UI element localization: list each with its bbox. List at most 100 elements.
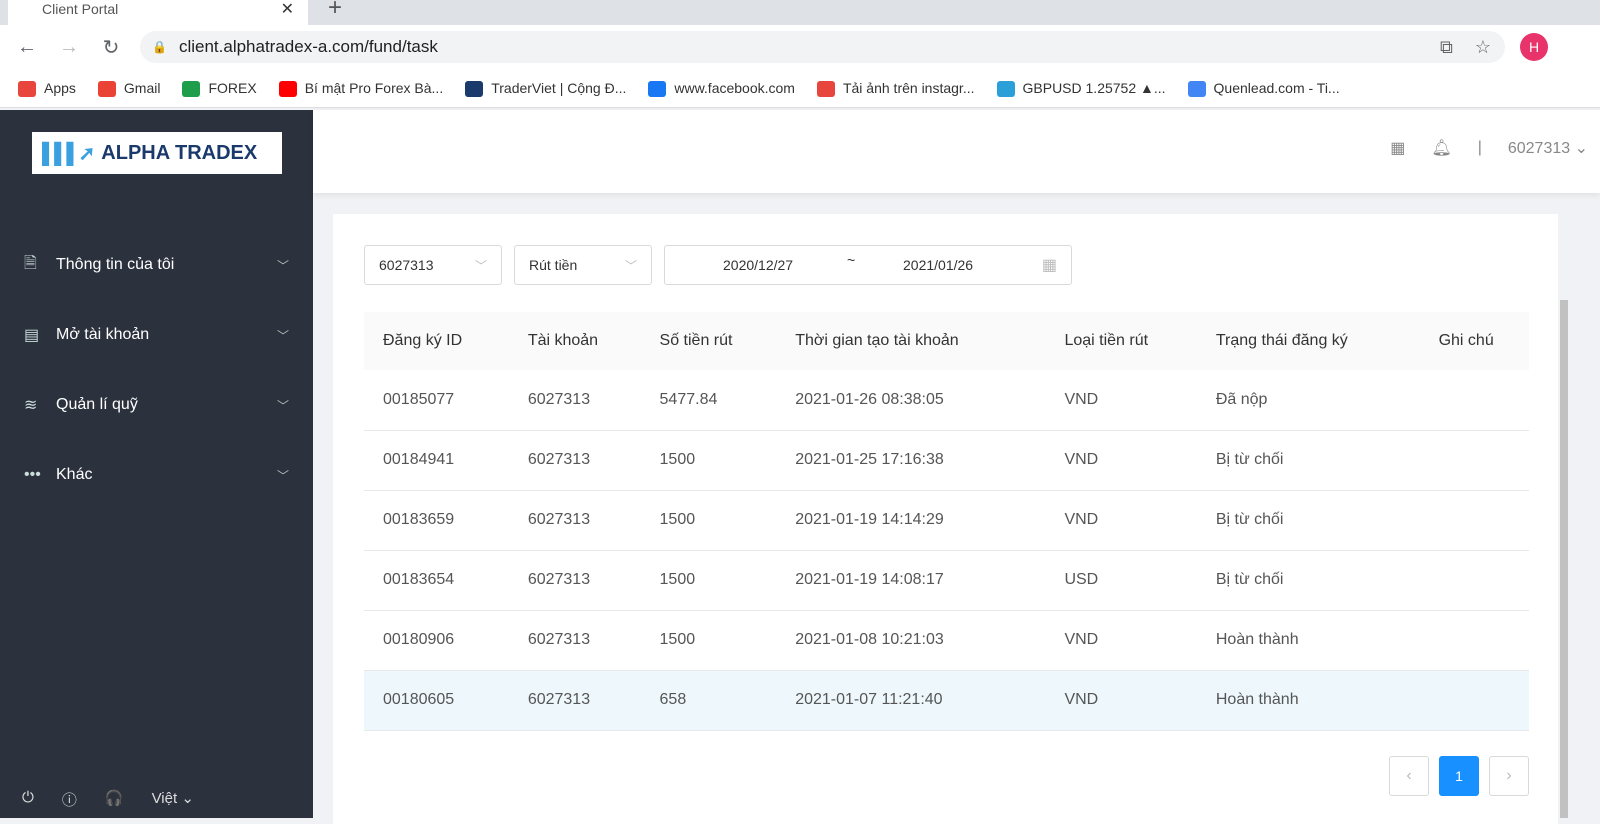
bookmark-icon <box>816 81 835 98</box>
url-input[interactable]: 🔒 client.alphatradex-a.com/fund/task ⧉ ☆ <box>140 31 1505 63</box>
table-cell: 00185077 <box>364 370 509 431</box>
logo-text: ALPHA TRADEX <box>101 141 258 164</box>
forward-icon[interactable]: → <box>54 36 84 59</box>
column-header: Ghi chú <box>1419 312 1529 370</box>
lock-icon: 🔒 <box>152 40 167 54</box>
table-row[interactable]: 00180906 6027313 1500 2021-01-08 10:21:03 VN… <box>364 610 1529 671</box>
bookmark-icon <box>182 81 201 98</box>
bookmark-item[interactable]: GBPUSD 1.25752 ▲... <box>996 80 1166 98</box>
language-select[interactable]: Việt ⌄ <box>152 789 194 810</box>
table-row[interactable]: 00184941 6027313 1500 2021-01-25 17:16:38 VN… <box>364 430 1529 491</box>
card-icon: ▤ <box>24 327 40 344</box>
withdrawal-table: Đăng ký ID Tài khoản Số tiền rút Thời gian … <box>364 312 1529 731</box>
bookmark-item[interactable]: Apps <box>18 80 76 98</box>
prev-page-button[interactable]: ‹ <box>1389 756 1429 796</box>
bookmark-item[interactable]: TraderViet | Cộng Đ... <box>465 80 626 98</box>
date-separator: ~ <box>847 252 856 268</box>
table-cell: 00180906 <box>364 610 509 671</box>
table-cell: Đã nộp <box>1196 370 1420 431</box>
table-cell: 2021-01-19 14:08:17 <box>776 550 1046 611</box>
bookmark-item[interactable]: FOREX <box>182 80 257 98</box>
chevron-down-icon: ﹀ <box>276 468 289 483</box>
table-cell <box>1419 490 1529 551</box>
profile-avatar[interactable]: H <box>1520 33 1548 61</box>
table-cell: VND <box>1045 670 1197 731</box>
translate-icon[interactable]: ⧉ <box>1440 37 1453 58</box>
reload-icon[interactable]: ↻ <box>96 35 126 60</box>
browser-tab-bar: Client Portal ✕ + <box>0 0 1600 25</box>
scrollbar[interactable] <box>1560 300 1568 818</box>
table-cell <box>1419 670 1529 731</box>
table-cell: 658 <box>640 670 777 731</box>
power-icon[interactable]: ⏻ <box>22 789 34 810</box>
date-range-picker[interactable]: 2020/12/27 ~ 2021/01/26 ▦ <box>664 245 1072 285</box>
table-cell: 6027313 <box>508 490 641 551</box>
date-from[interactable]: 2020/12/27 <box>723 257 793 273</box>
browser-tab[interactable]: Client Portal ✕ <box>8 0 308 25</box>
database-icon: ≋ <box>24 397 38 414</box>
close-tab-icon[interactable]: ✕ <box>281 0 294 19</box>
type-select[interactable]: Rút tiền ﹀ <box>514 245 652 285</box>
table-cell <box>1419 610 1529 671</box>
document-icon: 🗎 <box>24 254 37 272</box>
bookmark-item[interactable]: Quenlead.com - Ti... <box>1187 80 1340 98</box>
date-to[interactable]: 2021/01/26 <box>903 257 973 273</box>
top-header: ▦ 🔔︎ | 6027313 ⌄ <box>313 110 1600 193</box>
table-cell: 1500 <box>640 430 777 491</box>
url-text: client.alphatradex-a.com/fund/task <box>178 37 438 56</box>
table-row[interactable]: 00185077 6027313 5477.84 2021-01-26 08:38:0… <box>364 370 1529 431</box>
more-icon: ••• <box>24 466 41 483</box>
bookmark-item[interactable]: www.facebook.com <box>648 80 795 98</box>
table-cell: Bị từ chối <box>1196 490 1420 551</box>
table-cell: 00183654 <box>364 550 509 611</box>
bookmark-icon <box>18 81 36 98</box>
bookmark-icon <box>465 81 484 98</box>
table-cell: 5477.84 <box>640 370 777 431</box>
headset-icon[interactable]: 🎧 <box>105 789 124 810</box>
table-cell <box>1419 430 1529 491</box>
sidebar-item[interactable]: ••• Khác ﹀ <box>0 440 313 510</box>
bookmark-item[interactable]: Tải ảnh trên instagr... <box>816 80 975 98</box>
next-page-button[interactable]: › <box>1489 756 1529 796</box>
table-cell <box>1419 550 1529 611</box>
table-cell: 6027313 <box>508 670 641 731</box>
new-tab-button[interactable]: + <box>328 0 342 22</box>
table-cell: 6027313 <box>508 610 641 671</box>
logo-icon: ▌▌▌➚ <box>42 142 95 165</box>
chevron-down-icon: ﹀ <box>474 258 487 273</box>
bookmark-icon <box>648 81 667 98</box>
table-cell <box>1419 370 1529 431</box>
chevron-down-icon: ﹀ <box>276 328 289 343</box>
sidebar-item[interactable]: 🗎 Thông tin của tôi ﹀ <box>0 230 313 300</box>
bookmark-icon <box>996 81 1015 98</box>
page-1-button[interactable]: 1 <box>1439 756 1479 796</box>
column-header: Số tiền rút <box>640 312 777 370</box>
sidebar-item[interactable]: ≋ Quản lí quỹ ﹀ <box>0 370 313 440</box>
sidebar: ▌▌▌➚ ALPHA TRADEX 🗎 Thông tin của tôi ﹀ ▤ Mở … <box>0 110 313 818</box>
logo[interactable]: ▌▌▌➚ ALPHA TRADEX <box>32 132 282 174</box>
back-icon[interactable]: ← <box>12 36 42 59</box>
column-header: Tài khoản <box>508 312 641 370</box>
column-header: Loại tiền rút <box>1045 312 1197 370</box>
account-menu[interactable]: 6027313 ⌄ <box>1508 138 1588 158</box>
star-icon[interactable]: ☆ <box>1475 37 1491 58</box>
table-row[interactable]: 00180605 6027313 658 2021-01-07 11:21:40 VND… <box>364 670 1529 731</box>
table-cell: 2021-01-08 10:21:03 <box>776 610 1046 671</box>
bell-icon[interactable]: 🔔︎ <box>1431 138 1451 158</box>
bookmark-item[interactable]: Bí mật Pro Forex Bà... <box>278 80 443 98</box>
calendar-icon[interactable]: ▦ <box>1390 138 1405 158</box>
table-row[interactable]: 00183659 6027313 1500 2021-01-19 14:14:29 VN… <box>364 490 1529 551</box>
sidebar-item[interactable]: ▤ Mở tài khoản ﹀ <box>0 300 313 370</box>
table-cell: 1500 <box>640 550 777 611</box>
account-select[interactable]: 6027313 ﹀ <box>364 245 502 285</box>
bookmark-item[interactable]: Gmail <box>97 80 160 98</box>
table-cell: Bị từ chối <box>1196 430 1420 491</box>
table-row[interactable]: 00183654 6027313 1500 2021-01-19 14:08:17 US… <box>364 550 1529 611</box>
table-cell: 2021-01-19 14:14:29 <box>776 490 1046 551</box>
table-cell: USD <box>1045 550 1197 611</box>
table-cell: VND <box>1045 610 1197 671</box>
info-icon[interactable]: ⓘ <box>62 789 77 810</box>
table-cell: 00180605 <box>364 670 509 731</box>
table-cell: Hoàn thành <box>1196 610 1420 671</box>
bookmark-icon <box>97 81 116 98</box>
